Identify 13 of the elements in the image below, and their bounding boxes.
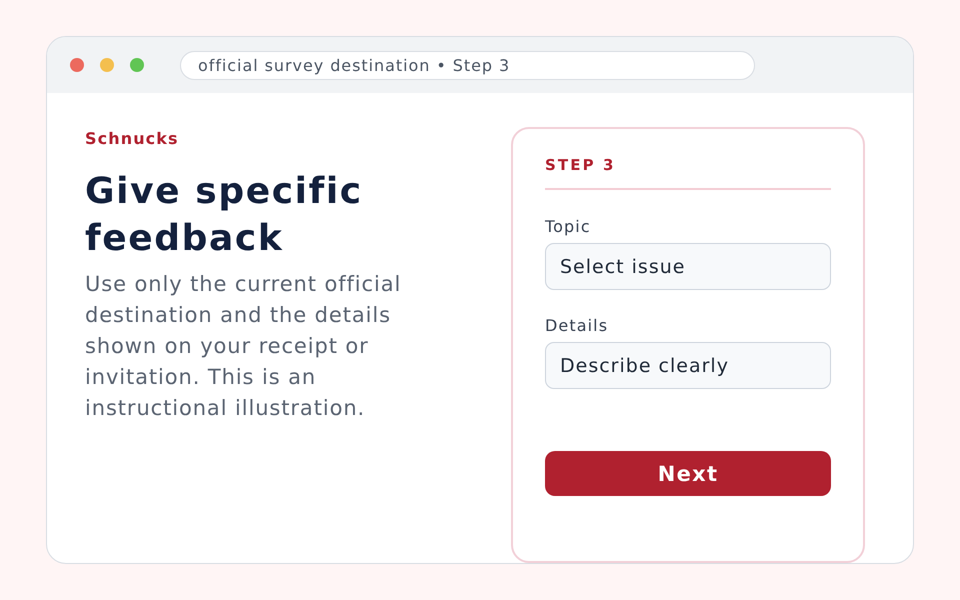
field-label: Topic: [545, 217, 591, 237]
page-heading: Give specific feedback: [85, 170, 364, 261]
maximize-icon[interactable]: [130, 58, 144, 72]
close-icon[interactable]: [70, 58, 84, 72]
field-label: Details: [545, 316, 608, 336]
brand-name: Schnucks: [85, 129, 179, 149]
input-field[interactable]: Describe clearly: [545, 342, 831, 389]
next-button[interactable]: Next: [545, 451, 831, 496]
step-label: STEP 3: [545, 156, 616, 174]
address-bar[interactable]: official survey destination • Step 3: [180, 50, 755, 80]
minimize-icon[interactable]: [100, 58, 114, 72]
input-field[interactable]: Select issue: [545, 243, 831, 290]
description-text: Use only the current official destination and the details shown on your receipt or invitation. This is an instructional illustration.: [85, 271, 402, 422]
